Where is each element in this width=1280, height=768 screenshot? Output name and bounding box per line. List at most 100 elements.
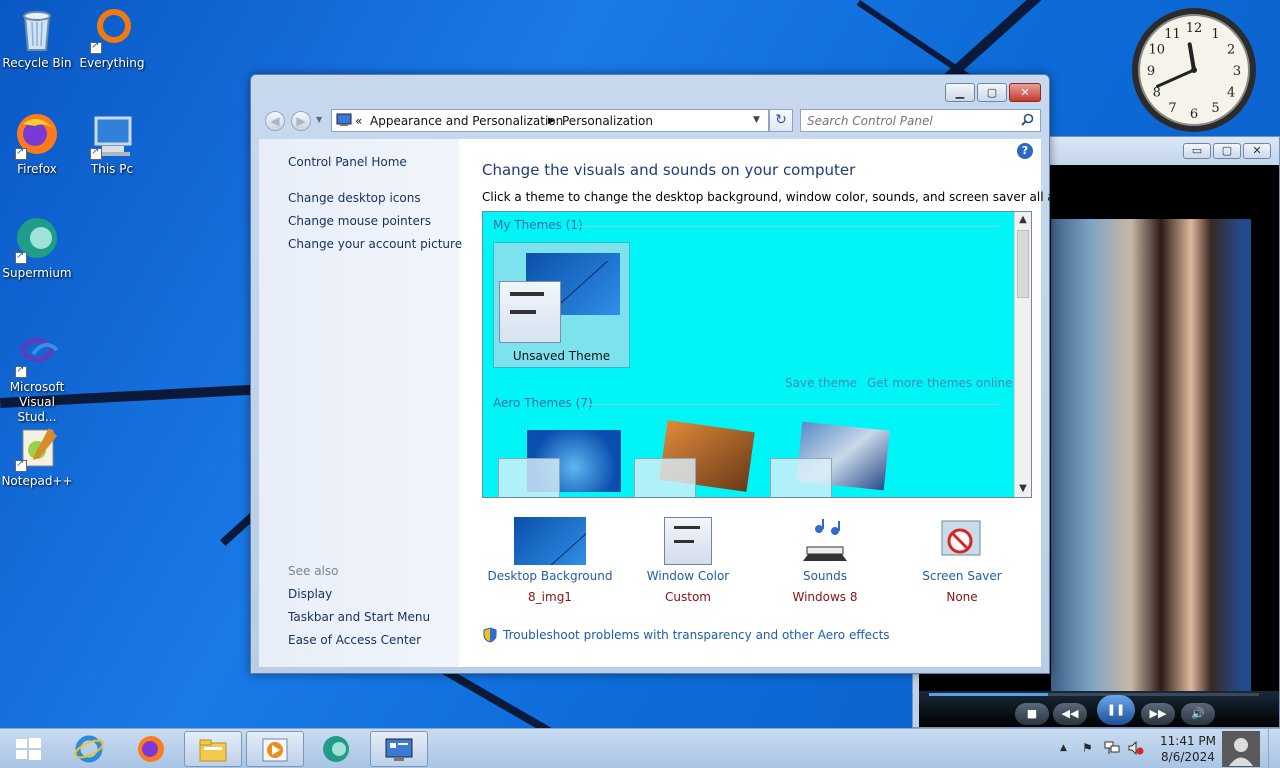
desktop-icon-visual-studio[interactable]: Microsoft Visual Stud... [0, 330, 74, 425]
group-divider [585, 404, 999, 405]
pause-icon[interactable]: ❚❚ [1097, 695, 1135, 725]
get-more-themes-link[interactable]: Get more themes online [867, 376, 1013, 390]
scroll-down-icon[interactable]: ▼ [1015, 481, 1031, 497]
save-theme-link[interactable]: Save theme [785, 376, 857, 390]
clock-numeral: 9 [1147, 64, 1155, 79]
window-color-icon [664, 517, 712, 565]
taskbar-file-explorer[interactable] [184, 731, 242, 767]
taskbar-control-panel[interactable] [370, 731, 428, 767]
close-button[interactable]: ✕ [1009, 83, 1041, 102]
volume-muted-icon[interactable] [1128, 740, 1144, 758]
aero-theme-window-thumbnail [498, 458, 560, 497]
scroll-up-icon[interactable]: ▲ [1015, 212, 1031, 228]
everything-icon [88, 6, 136, 54]
desktop-background-item[interactable]: Desktop Background 8_img1 [485, 517, 615, 604]
seek-bar-fill [929, 693, 1048, 696]
supermium-icon [13, 216, 61, 264]
clock-numeral: 6 [1190, 107, 1198, 122]
search-icon[interactable] [1021, 113, 1034, 129]
breadcrumb-appearance[interactable]: Appearance and Personalization [370, 114, 563, 128]
display-link[interactable]: Display [288, 587, 332, 601]
scrollbar-thumb[interactable] [1017, 230, 1029, 298]
desktop-icon-notepad-plus[interactable]: Notepad++ [0, 424, 74, 489]
taskbar-internet-explorer[interactable] [60, 731, 118, 767]
breadcrumb-personalization[interactable]: Personalization [562, 114, 653, 128]
desktop-background-icon [514, 517, 586, 565]
sounds-item[interactable]: Sounds Windows 8 [760, 517, 890, 604]
theme-list-scrollbar[interactable]: ▲ ▼ [1014, 212, 1031, 497]
unsaved-theme-tile[interactable]: Unsaved Theme [493, 242, 630, 368]
show-desktop-button[interactable] [1268, 729, 1280, 768]
desktop-icon-everything[interactable]: Everything [75, 6, 149, 71]
group-divider [579, 226, 999, 227]
change-account-picture-link[interactable]: Change your account picture [288, 237, 462, 251]
media-close-button[interactable]: ✕ [1243, 143, 1271, 159]
taskbar-time: 11:41 PM [1160, 734, 1216, 748]
taskbar-media-player[interactable] [246, 731, 304, 767]
address-bar[interactable]: « Appearance and Personalization ▶ Perso… [331, 109, 769, 132]
volume-icon[interactable]: 🔊 [1181, 703, 1215, 725]
minimize-button[interactable]: ▁ [945, 83, 975, 102]
firefox-icon [136, 734, 166, 767]
help-icon[interactable]: ? [1017, 143, 1033, 159]
video-frame[interactable] [1051, 219, 1251, 693]
refresh-button[interactable]: ↻ [769, 109, 793, 132]
shortcut-arrow-icon [15, 364, 27, 378]
screen-saver-item[interactable]: Screen Saver None [897, 517, 1027, 604]
ease-of-access-link[interactable]: Ease of Access Center [288, 633, 421, 647]
theme-list[interactable]: My Themes (1) Unsaved Theme Save theme G… [482, 211, 1032, 498]
personalization-window[interactable]: ▁ ▢ ✕ ◀ ▶ ▼ « Appearance and Personaliza… [250, 74, 1096, 674]
desktop-icon-this-pc[interactable]: This Pc [75, 112, 149, 177]
search-box[interactable] [800, 109, 1041, 132]
desktop-icon-supermium[interactable]: Supermium [0, 216, 74, 281]
aero-theme-tile[interactable] [495, 430, 621, 497]
network-icon[interactable] [1104, 741, 1120, 758]
internet-explorer-icon [74, 734, 104, 767]
taskbar-supermium[interactable] [308, 731, 366, 767]
stop-icon[interactable]: ■ [1015, 703, 1049, 725]
search-input[interactable] [801, 110, 1011, 131]
recycle-bin-icon [13, 6, 61, 54]
control-panel-icon [384, 735, 414, 768]
start-button[interactable] [2, 731, 54, 767]
maximize-button[interactable]: ▢ [977, 83, 1007, 102]
control-panel-home-link[interactable]: Control Panel Home [288, 155, 407, 169]
navigation-bar: ◀ ▶ ▼ « Appearance and Personalization ▶… [259, 109, 1041, 133]
clock-numeral: 12 [1186, 21, 1203, 36]
media-maximize-button[interactable]: ▢ [1213, 143, 1241, 159]
media-minimize-button[interactable]: ▭ [1183, 143, 1211, 159]
desktop-icon-firefox[interactable]: Firefox [0, 112, 74, 177]
taskbar-firefox[interactable] [122, 731, 180, 767]
window-color-label: Window Color [646, 569, 730, 583]
desktop-icon-label: Notepad++ [1, 474, 73, 488]
troubleshoot-link[interactable]: Troubleshoot problems with transparency … [503, 628, 890, 642]
fast-forward-icon[interactable]: ▶▶ [1141, 703, 1175, 725]
taskbar-clock[interactable]: 11:41 PM 8/6/2024 [1154, 733, 1222, 765]
address-dropdown-icon[interactable]: ▼ [753, 115, 760, 125]
back-button[interactable]: ◀ [265, 111, 285, 131]
aero-theme-tile[interactable] [767, 421, 893, 497]
window-color-item[interactable]: Window Color Custom [623, 517, 753, 604]
breadcrumb-separator-icon[interactable]: ▶ [548, 116, 555, 126]
clock-numeral: 2 [1227, 43, 1235, 58]
user-avatar[interactable] [1222, 731, 1260, 767]
action-center-flag-icon[interactable]: ⚑ [1082, 741, 1093, 755]
desktop-icon-label: This Pc [90, 162, 134, 176]
show-hidden-icons-icon[interactable]: ▲ [1060, 743, 1067, 753]
rewind-icon[interactable]: ◀◀ [1053, 703, 1087, 725]
taskbar-start-menu-link[interactable]: Taskbar and Start Menu [288, 610, 430, 624]
clock-gadget[interactable]: 12 1 2 3 4 5 6 7 8 9 10 11 [1130, 6, 1258, 134]
forward-button[interactable]: ▶ [291, 111, 311, 131]
clock-numeral: 10 [1149, 43, 1166, 58]
sounds-label: Sounds [802, 569, 848, 583]
shortcut-arrow-icon [90, 146, 102, 160]
seek-bar[interactable] [929, 693, 1259, 696]
breadcrumb-root[interactable]: « [355, 114, 362, 128]
recent-pages-dropdown[interactable]: ▼ [316, 115, 322, 124]
theme-window-color-thumbnail [499, 281, 561, 343]
change-desktop-icons-link[interactable]: Change desktop icons [288, 191, 421, 205]
aero-theme-window-thumbnail [770, 458, 832, 497]
aero-theme-tile[interactable] [631, 420, 757, 497]
desktop-icon-recycle-bin[interactable]: Recycle Bin [0, 6, 74, 71]
change-mouse-pointers-link[interactable]: Change mouse pointers [288, 214, 431, 228]
